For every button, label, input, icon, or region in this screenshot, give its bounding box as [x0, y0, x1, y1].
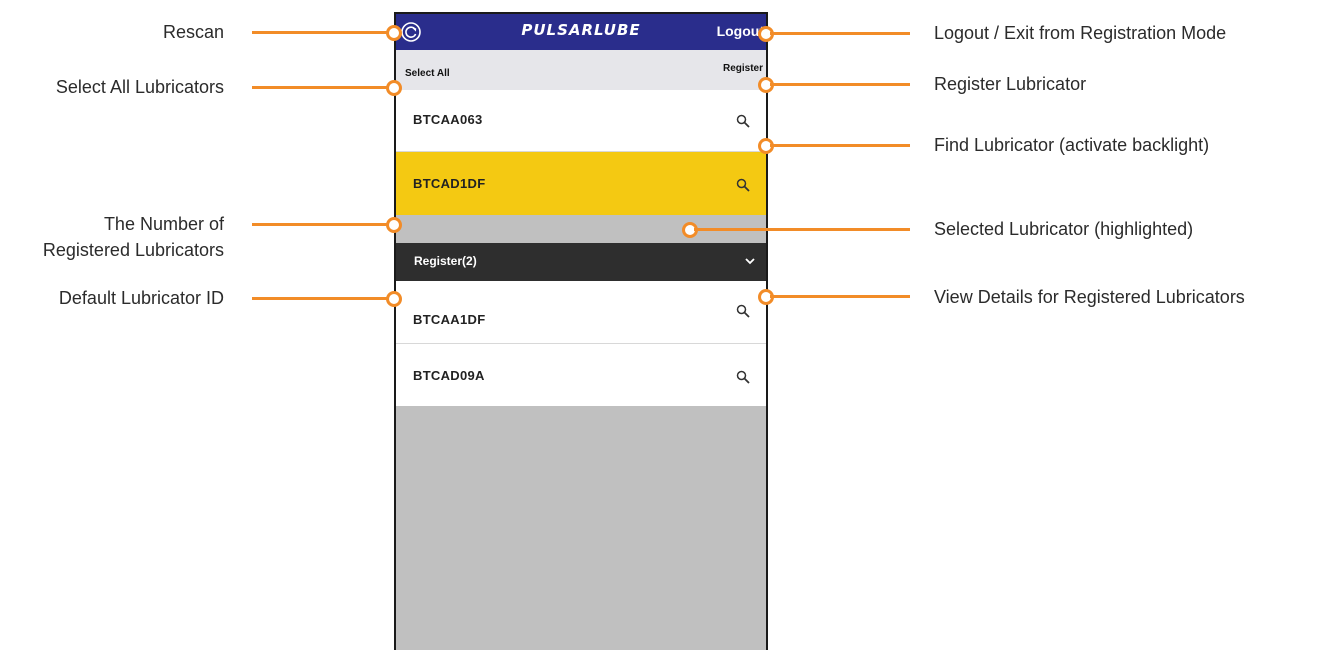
- annotation-registered-count: The Number of Registered Lubricators: [43, 211, 224, 263]
- lubricator-id: BTCAD09A: [413, 368, 485, 383]
- brand-logo: PULSARLUBE: [521, 21, 641, 39]
- registered-lubricator-row[interactable]: BTCAA1DF: [396, 281, 766, 344]
- leader-line: [770, 32, 910, 35]
- search-icon[interactable]: [736, 178, 750, 192]
- lubricator-id: BTCAD1DF: [413, 176, 486, 191]
- registered-section-header[interactable]: Register(2): [396, 243, 766, 281]
- search-icon[interactable]: [736, 304, 750, 318]
- annotation-select-all: Select All Lubricators: [55, 77, 224, 97]
- lubricator-row[interactable]: BTCAA063: [396, 90, 766, 152]
- registered-count-label: Register(2): [414, 254, 477, 268]
- leader-line: [252, 86, 390, 89]
- search-icon[interactable]: [736, 370, 750, 384]
- annotation-logout: Logout / Exit from Registration Mode: [934, 23, 1227, 43]
- leader-line: [252, 31, 390, 34]
- phone-screen: PULSARLUBE Logout Select All Register BT…: [394, 12, 768, 650]
- register-button[interactable]: Register: [723, 63, 763, 74]
- annotation-marker: [386, 217, 402, 233]
- leader-line: [770, 83, 910, 86]
- top-bar: PULSARLUBE Logout: [396, 14, 766, 50]
- leader-line: [252, 297, 390, 300]
- annotation-register: Register Lubricator: [934, 74, 1087, 94]
- registered-lubricator-row[interactable]: BTCAD09A: [396, 344, 766, 406]
- annotation-marker: [386, 291, 402, 307]
- leader-line: [694, 228, 910, 231]
- annotation-marker: [386, 25, 402, 41]
- leader-line: [252, 223, 390, 226]
- annotation-find: Find Lubricator (activate backlight): [934, 135, 1210, 155]
- chevron-down-icon: [745, 258, 755, 265]
- leader-line: [770, 144, 910, 147]
- annotation-line: Registered Lubricators: [42, 240, 224, 260]
- annotation-selected: Selected Lubricator (highlighted): [934, 219, 1194, 239]
- search-icon[interactable]: [736, 114, 750, 128]
- annotation-default-id: Default Lubricator ID: [58, 288, 224, 308]
- annotation-line: The Number of: [103, 214, 224, 234]
- select-all-button[interactable]: Select All: [405, 68, 450, 79]
- annotation-marker: [386, 80, 402, 96]
- lubricator-id: BTCAA063: [413, 112, 483, 127]
- leader-line: [770, 295, 910, 298]
- lubricator-row-selected[interactable]: BTCAD1DF: [396, 152, 766, 215]
- logout-button[interactable]: Logout: [717, 23, 764, 39]
- annotation-view-details: View Details for Registered Lubricators: [934, 287, 1245, 307]
- select-bar: Select All Register: [396, 50, 766, 90]
- annotation-rescan: Rescan: [162, 22, 224, 42]
- lubricator-id: BTCAA1DF: [413, 312, 486, 327]
